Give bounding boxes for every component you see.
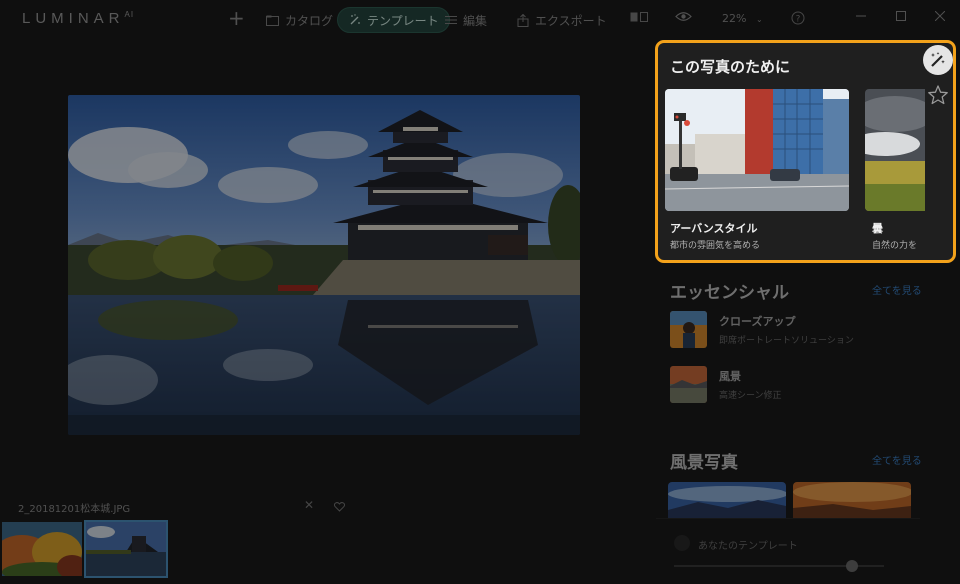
tab-edit-label: 編集 [463, 13, 488, 28]
eye-icon[interactable] [675, 11, 692, 26]
landscape-template-card-1[interactable] [668, 482, 786, 518]
reject-x-icon[interactable]: ✕ [304, 498, 314, 512]
help-icon[interactable]: ? [791, 11, 805, 29]
maximize-icon[interactable] [892, 9, 910, 27]
app-logo: LUMINARAI [22, 10, 135, 27]
close-icon[interactable] [931, 9, 949, 27]
template-card-urban-style[interactable] [665, 89, 849, 211]
template-item-landscape[interactable]: 風景 高速シーン修正 [670, 366, 782, 403]
main-photo-canvas[interactable] [68, 95, 580, 435]
essentials-see-all-link[interactable]: 全てを見る [872, 282, 922, 297]
star-icon[interactable] [927, 84, 949, 106]
my-templates-label: あなたのテンプレート [698, 541, 798, 552]
filmstrip-thumbnail-1[interactable] [2, 522, 82, 576]
card-title-cloudy: 曇 [872, 222, 883, 235]
tab-export-label: エクスポート [535, 13, 607, 28]
my-templates-section: あなたのテンプレート [656, 518, 920, 584]
landscape-template-card-2[interactable] [793, 482, 911, 518]
my-templates-toggle[interactable] [674, 535, 690, 551]
tab-templates-label: テンプレート [367, 13, 439, 28]
tab-edit[interactable]: 編集 [434, 7, 497, 33]
zoom-dropdown[interactable]: 22% ⌄ [722, 12, 763, 25]
svg-text:?: ? [796, 15, 801, 25]
landscape-thumbnail [670, 366, 707, 403]
chevron-down-icon: ⌄ [755, 15, 763, 24]
for-this-photo-section: この写真のために アーバンスタイル 都市の雰囲気を高める 曇 自然の力を [655, 40, 956, 263]
template-wand-icon [348, 14, 361, 27]
plus-icon: + [228, 6, 245, 30]
closeup-thumbnail [670, 311, 707, 348]
top-bar: LUMINARAI + カタログ テンプレート 編集 エクスポート 22% ⌄ … [0, 0, 960, 38]
filmstrip-thumbnail-2[interactable] [84, 520, 168, 578]
compare-icon[interactable] [630, 11, 648, 26]
slider-knob[interactable] [846, 560, 858, 572]
template-subtitle: 即席ポートレートソリューション [719, 336, 854, 346]
template-title: 風景 [719, 370, 741, 383]
essentials-section-title: エッセンシャル [670, 283, 789, 303]
card-subtitle-urban-style: 都市の雰囲気を高める [670, 241, 761, 251]
magic-wand-icon[interactable] [923, 45, 953, 75]
template-title: クローズアップ [719, 315, 796, 328]
tab-export[interactable]: エクスポート [506, 7, 617, 33]
edit-sliders-icon [444, 14, 457, 27]
tab-templates[interactable]: テンプレート [337, 7, 450, 33]
landscape-see-all-link[interactable]: 全てを見る [872, 452, 922, 467]
for-this-photo-title: この写真のために [670, 58, 791, 76]
tab-catalog[interactable]: カタログ [256, 7, 343, 33]
minimize-icon[interactable] [852, 9, 870, 27]
catalog-icon [266, 14, 279, 27]
add-photos-button[interactable]: + [228, 6, 245, 30]
template-subtitle: 高速シーン修正 [719, 391, 782, 401]
export-icon [516, 13, 529, 27]
tab-catalog-label: カタログ [285, 13, 334, 28]
card-title-urban-style: アーバンスタイル [670, 222, 758, 235]
template-card-cloudy[interactable] [865, 89, 925, 211]
card-subtitle-cloudy: 自然の力を [872, 241, 918, 251]
heart-icon[interactable] [333, 497, 346, 516]
landscape-section-title: 風景写真 [670, 453, 738, 473]
photo-filename: 2_20181201松本城.JPG [18, 504, 131, 515]
template-item-closeup[interactable]: クローズアップ 即席ポートレートソリューション [670, 311, 854, 348]
